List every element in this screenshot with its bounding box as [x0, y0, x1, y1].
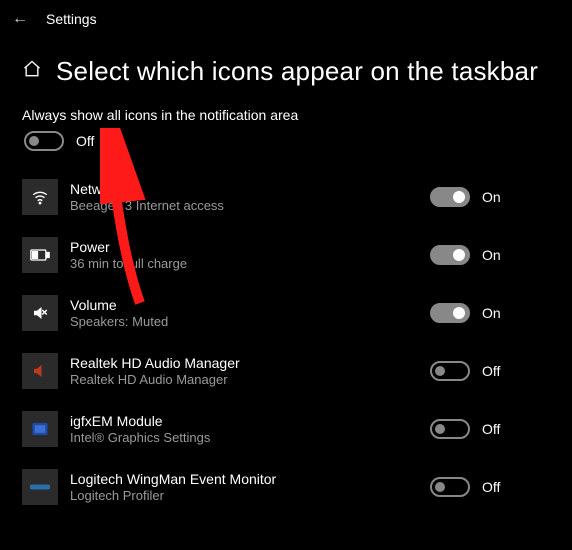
item-title: Power [70, 239, 418, 255]
settings-label: Settings [46, 11, 97, 27]
item-toggle[interactable] [430, 245, 470, 265]
item-title: Realtek HD Audio Manager [70, 355, 418, 371]
item-subtitle: 36 min to full charge [70, 256, 418, 271]
home-icon[interactable] [22, 59, 42, 84]
list-item: NetworkBeeagey 3 Internet access On [22, 173, 550, 221]
wifi-icon [22, 179, 58, 215]
item-toggle-state: Off [482, 421, 500, 437]
item-subtitle: Beeagey 3 Internet access [70, 198, 418, 213]
page-title: Select which icons appear on the taskbar [56, 56, 538, 87]
item-toggle-state: On [482, 247, 501, 263]
list-item: VolumeSpeakers: Muted On [22, 289, 550, 337]
item-toggle[interactable] [430, 361, 470, 381]
list-item: Logitech WingMan Event MonitorLogitech P… [22, 463, 550, 511]
realtek-icon [22, 353, 58, 389]
item-subtitle: Logitech Profiler [70, 488, 418, 503]
item-toggle-state: On [482, 305, 501, 321]
master-toggle-label: Always show all icons in the notificatio… [22, 107, 550, 123]
item-title: Volume [70, 297, 418, 313]
item-toggle[interactable] [430, 477, 470, 497]
item-subtitle: Speakers: Muted [70, 314, 418, 329]
master-toggle-state: Off [76, 133, 94, 149]
list-item: Power36 min to full charge On [22, 231, 550, 279]
item-toggle-state: On [482, 189, 501, 205]
battery-icon [22, 237, 58, 273]
item-subtitle: Realtek HD Audio Manager [70, 372, 418, 387]
item-toggle-state: Off [482, 479, 500, 495]
back-icon[interactable]: ← [12, 10, 28, 28]
list-item: igfxEM ModuleIntel® Graphics Settings Off [22, 405, 550, 453]
item-subtitle: Intel® Graphics Settings [70, 430, 418, 445]
item-toggle[interactable] [430, 419, 470, 439]
item-title: Network [70, 181, 418, 197]
item-title: Logitech WingMan Event Monitor [70, 471, 418, 487]
item-title: igfxEM Module [70, 413, 418, 429]
volume-mute-icon [22, 295, 58, 331]
master-toggle[interactable] [24, 131, 64, 151]
logitech-icon [22, 469, 58, 505]
item-toggle[interactable] [430, 303, 470, 323]
item-toggle-state: Off [482, 363, 500, 379]
intel-icon [22, 411, 58, 447]
list-item: Realtek HD Audio ManagerRealtek HD Audio… [22, 347, 550, 395]
item-toggle[interactable] [430, 187, 470, 207]
